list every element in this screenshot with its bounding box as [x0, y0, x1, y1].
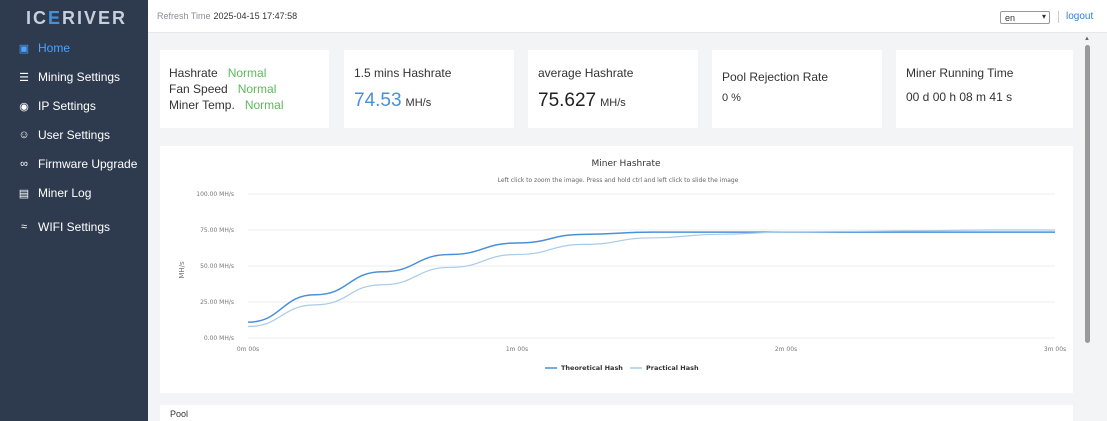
mins-hashrate-card: 1.5 mins Hashrate 74.53 MH/s: [344, 50, 514, 128]
scrollbar-thumb[interactable]: [1085, 45, 1090, 343]
language-select[interactable]: en ▾: [1000, 11, 1050, 24]
hashrate-chart[interactable]: Miner Hashrate Left click to zoom the ima…: [160, 146, 1073, 393]
chevron-down-icon: ▾: [1041, 12, 1046, 21]
sidebar-item-label: Miner Log: [38, 186, 92, 200]
refresh-time-label: Refresh Time: [157, 11, 211, 21]
sidebar-item-mining-settings[interactable]: ☰ Mining Settings: [0, 64, 148, 90]
y-axis-title: MH/s: [178, 261, 186, 279]
chart-title: Miner Hashrate: [591, 159, 660, 169]
y-tick-label: 75.00 MH/s: [200, 227, 234, 234]
link-icon: ∞: [20, 158, 28, 170]
mins-hashrate-value: 74.53: [354, 90, 402, 111]
running-time-title: Miner Running Time: [906, 66, 1014, 80]
legend-label-practical-hash[interactable]: Practical Hash: [646, 364, 699, 372]
mins-hashrate-title: 1.5 mins Hashrate: [354, 66, 452, 80]
hashrate-status-row: Hashrate Normal: [169, 66, 266, 80]
divider: [1058, 11, 1059, 23]
sidebar-item-firmware-upgrade[interactable]: ∞ Firmware Upgrade: [0, 151, 148, 177]
chart-subtitle: Left click to zoom the image. Press and …: [498, 177, 739, 184]
rejection-rate-value: 0 %: [722, 92, 741, 104]
mins-hashrate-readout: 74.53 MH/s: [354, 90, 431, 112]
sidebar-item-ip-settings[interactable]: ◉ IP Settings: [0, 93, 148, 119]
average-hashrate-value: 75.627: [538, 90, 597, 111]
series-line-theoretical-hash: [247, 231, 1055, 323]
sidebar-item-label: Firmware Upgrade: [38, 157, 138, 171]
sidebar-item-label: Mining Settings: [38, 70, 121, 84]
language-select-value: en: [1005, 12, 1016, 23]
y-tick-label: 100.00 MH/s: [196, 191, 234, 198]
pool-title: Pool: [170, 409, 189, 419]
legend-label-theoretical-hash[interactable]: Theoretical Hash: [561, 364, 623, 372]
sidebar: ICERIVER ▣ Home ☰ Mining Settings ◉ IP Settin…: [0, 0, 148, 421]
log-icon: ▤: [18, 187, 30, 200]
series-line-practical-hash: [247, 229, 1055, 328]
logout-link[interactable]: logout: [1066, 11, 1093, 22]
fan-status-label: Fan Speed: [169, 82, 228, 96]
hashrate-chart-panel[interactable]: Miner Hashrate Left click to zoom the ima…: [160, 146, 1073, 393]
rejection-rate-card: Pool Rejection Rate 0 %: [712, 50, 882, 128]
sidebar-item-wifi-settings[interactable]: ≈ WIFI Settings: [0, 214, 148, 240]
x-tick-label: 3m 00s: [1044, 346, 1066, 353]
top-bar: Refresh Time 2025-04-15 17:47:58 en ▾ log…: [148, 0, 1107, 33]
temp-status-row: Miner Temp. Normal: [169, 98, 283, 112]
user-icon: ☺: [18, 129, 30, 141]
iceriver-logo: ICERIVER: [26, 8, 128, 28]
sidebar-item-label: Home: [38, 41, 71, 55]
average-hashrate-card: average Hashrate 75.627 MH/s: [528, 50, 698, 128]
running-time-card: Miner Running Time 00 d 00 h 08 m 41 s: [896, 50, 1073, 128]
rejection-rate-title: Pool Rejection Rate: [722, 70, 829, 84]
x-tick-label: 2m 00s: [775, 346, 797, 353]
location-pin-icon: ◉: [19, 100, 29, 113]
y-tick-label: 0.00 MH/s: [204, 335, 234, 342]
sidebar-item-home[interactable]: ▣ Home: [0, 35, 148, 61]
average-hashrate-title: average Hashrate: [538, 66, 634, 80]
sidebar-item-label: User Settings: [38, 128, 111, 142]
refresh-time-value: 2025-04-15 17:47:58: [213, 11, 298, 21]
sidebar-item-user-settings[interactable]: ☺ User Settings: [0, 122, 148, 148]
server-icon: ☰: [19, 71, 29, 84]
running-time-value: 00 d 00 h 08 m 41 s: [906, 90, 1013, 104]
average-hashrate-readout: 75.627 MH/s: [538, 90, 626, 112]
hashrate-status-label: Hashrate: [169, 66, 218, 80]
y-tick-label: 50.00 MH/s: [200, 263, 234, 270]
average-hashrate-unit: MH/s: [600, 97, 626, 109]
refresh-time: Refresh Time 2025-04-15 17:47:58: [157, 11, 297, 21]
mins-hashrate-unit: MH/s: [405, 97, 432, 109]
monitor-icon: ▣: [18, 42, 30, 55]
x-tick-label: 1m 00s: [506, 346, 528, 353]
sidebar-item-label: IP Settings: [38, 99, 96, 113]
scroll-up-icon[interactable]: ▲: [1084, 36, 1090, 42]
fan-status-row: Fan Speed Normal: [169, 82, 276, 96]
temp-status-label: Miner Temp.: [169, 98, 235, 112]
x-tick-label: 0m 00s: [237, 346, 259, 353]
hashrate-status-value: Normal: [227, 66, 267, 80]
y-tick-label: 25.00 MH/s: [200, 299, 234, 306]
status-card: Hashrate Normal Fan Speed Normal Miner Tem…: [160, 50, 329, 128]
sidebar-item-label: WIFI Settings: [38, 220, 111, 234]
sidebar-item-miner-log[interactable]: ▤ Miner Log: [0, 180, 148, 206]
temp-status-value: Normal: [244, 98, 284, 112]
pool-panel: Pool: [160, 405, 1073, 421]
wifi-icon: ≈: [20, 221, 28, 233]
fan-status-value: Normal: [237, 82, 277, 96]
